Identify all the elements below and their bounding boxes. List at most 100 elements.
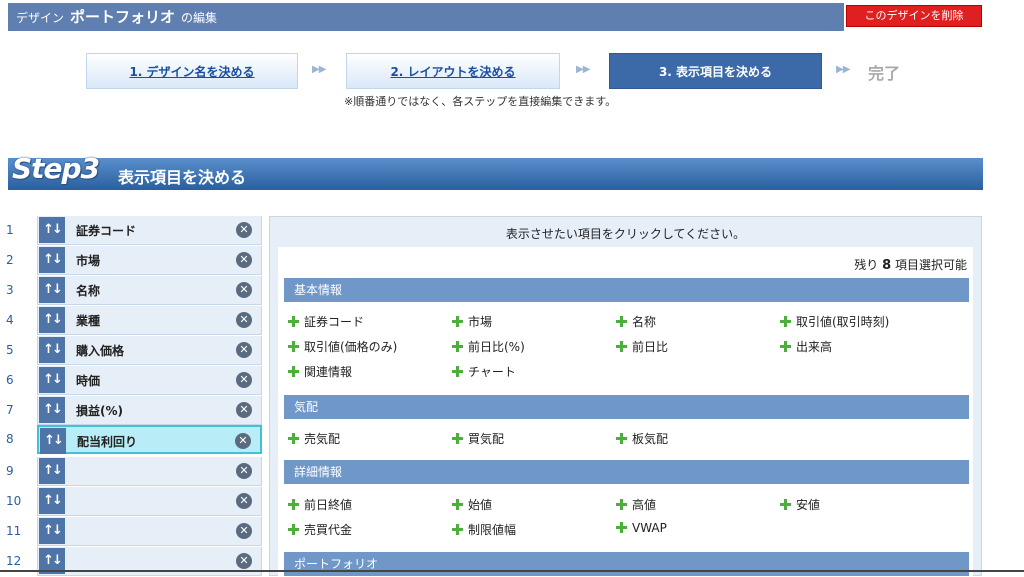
add-item-button[interactable]: 前日比 <box>616 338 668 355</box>
row-label: 損益(%) <box>76 404 123 418</box>
remaining-prefix: 残り <box>854 258 879 272</box>
step-arrow-icon: ▶▶ <box>836 64 850 75</box>
step-1-link[interactable]: 1. デザイン名を決める <box>86 53 298 89</box>
add-item-button[interactable]: VWAP <box>616 521 667 535</box>
list-item[interactable]: 6 ↑↓ 時価 ✕ <box>0 366 262 395</box>
remove-icon[interactable]: ✕ <box>236 463 252 479</box>
step-done: 完了 <box>868 64 901 83</box>
sort-handle-icon[interactable]: ↑↓ <box>39 217 65 243</box>
row-box[interactable]: ↑↓ ✕ <box>37 457 262 486</box>
add-item-button[interactable]: 関連情報 <box>288 363 352 380</box>
row-number: 4 <box>6 313 14 327</box>
list-item[interactable]: 3 ↑↓ 名称 ✕ <box>0 276 262 305</box>
portfolio-name: ポートフォリオ <box>70 8 176 26</box>
plus-icon <box>452 499 463 510</box>
add-item-button[interactable]: 制限値幅 <box>452 521 516 538</box>
sort-handle-icon[interactable]: ↑↓ <box>39 247 65 273</box>
row-number: 9 <box>6 464 14 478</box>
add-item-button[interactable]: 証券コード <box>288 313 364 330</box>
plus-icon <box>288 524 299 535</box>
remove-icon[interactable]: ✕ <box>236 342 252 358</box>
item-label: チャート <box>468 365 516 379</box>
add-item-button[interactable]: 名称 <box>616 313 656 330</box>
remove-icon[interactable]: ✕ <box>236 282 252 298</box>
sort-handle-icon[interactable]: ↑↓ <box>40 428 66 454</box>
row-number: 10 <box>6 494 22 508</box>
page-header: デザイン ポートフォリオ の編集 <box>8 3 844 31</box>
list-item[interactable]: 9 ↑↓ ✕ <box>0 457 262 486</box>
step-number-logo: Step3 <box>12 152 100 185</box>
section-header-detail: 詳細情報 <box>284 460 969 484</box>
add-item-button[interactable]: 前日比(%) <box>452 338 525 355</box>
list-item[interactable]: 4 ↑↓ 業種 ✕ <box>0 306 262 335</box>
row-box[interactable]: ↑↓ 損益(%) ✕ <box>37 396 262 425</box>
row-box[interactable]: ↑↓ ✕ <box>37 487 262 516</box>
add-item-button[interactable]: 板気配 <box>616 430 668 447</box>
add-item-button[interactable]: 取引値(取引時刻) <box>780 313 889 330</box>
remove-icon[interactable]: ✕ <box>236 372 252 388</box>
item-label: 市場 <box>468 315 493 329</box>
row-box[interactable]: ↑↓ 配当利回り ✕ <box>37 425 262 454</box>
plus-icon <box>288 316 299 327</box>
sort-handle-icon[interactable]: ↑↓ <box>39 458 65 484</box>
row-box[interactable]: ↑↓ 業種 ✕ <box>37 306 262 335</box>
plus-icon <box>288 341 299 352</box>
list-item-selected[interactable]: 8 ↑↓ 配当利回り ✕ <box>0 425 262 454</box>
remove-icon[interactable]: ✕ <box>236 312 252 328</box>
add-item-button[interactable]: 売気配 <box>288 430 340 447</box>
sort-handle-icon[interactable]: ↑↓ <box>39 488 65 514</box>
panel-instruction: 表示させたい項目をクリックしてください。 <box>505 227 746 241</box>
remove-icon[interactable]: ✕ <box>236 493 252 509</box>
add-item-button[interactable]: 出来高 <box>780 338 832 355</box>
remove-icon[interactable]: ✕ <box>236 222 252 238</box>
remaining-suffix: 項目選択可能 <box>894 258 967 272</box>
list-item[interactable]: 11 ↑↓ ✕ <box>0 517 262 546</box>
add-item-button[interactable]: 高値 <box>616 496 656 513</box>
row-number: 6 <box>6 373 14 387</box>
row-box[interactable]: ↑↓ 市場 ✕ <box>37 246 262 275</box>
row-box[interactable]: ↑↓ ✕ <box>37 517 262 546</box>
row-label: 配当利回り <box>77 435 138 449</box>
list-item[interactable]: 1 ↑↓ 証券コード ✕ <box>0 216 262 245</box>
item-label: 制限値幅 <box>468 523 517 537</box>
delete-design-button[interactable]: このデザインを削除 <box>846 5 982 27</box>
add-item-button[interactable]: 前日終値 <box>288 496 352 513</box>
list-item[interactable]: 7 ↑↓ 損益(%) ✕ <box>0 396 262 425</box>
plus-icon <box>616 316 627 327</box>
remove-icon[interactable]: ✕ <box>235 433 251 449</box>
row-box[interactable]: ↑↓ 名称 ✕ <box>37 276 262 305</box>
sort-handle-icon[interactable]: ↑↓ <box>39 337 65 363</box>
add-item-button[interactable]: 安値 <box>780 496 820 513</box>
list-item[interactable]: 10 ↑↓ ✕ <box>0 487 262 516</box>
remaining-number: 8 <box>882 258 892 273</box>
remove-icon[interactable]: ✕ <box>236 402 252 418</box>
item-label: 取引値(取引時刻) <box>796 315 890 329</box>
add-item-button[interactable]: 取引値(価格のみ) <box>288 338 397 355</box>
remove-icon[interactable]: ✕ <box>236 523 252 539</box>
sort-handle-icon[interactable]: ↑↓ <box>39 367 65 393</box>
add-item-button[interactable]: チャート <box>452 363 516 380</box>
item-label: 買気配 <box>468 432 505 446</box>
sort-handle-icon[interactable]: ↑↓ <box>39 518 65 544</box>
row-box[interactable]: ↑↓ 証券コード ✕ <box>37 216 262 245</box>
remove-icon[interactable]: ✕ <box>236 252 252 268</box>
sort-handle-icon[interactable]: ↑↓ <box>39 397 65 423</box>
plus-icon <box>288 499 299 510</box>
list-item[interactable]: 2 ↑↓ 市場 ✕ <box>0 246 262 275</box>
row-number: 8 <box>6 432 14 446</box>
add-item-button[interactable]: 始値 <box>452 496 492 513</box>
sort-handle-icon[interactable]: ↑↓ <box>39 277 65 303</box>
add-item-button[interactable]: 売買代金 <box>288 521 352 538</box>
item-label: 取引値(価格のみ) <box>304 340 398 354</box>
row-box[interactable]: ↑↓ 購入価格 ✕ <box>37 336 262 365</box>
list-item[interactable]: 5 ↑↓ 購入価格 ✕ <box>0 336 262 365</box>
add-item-button[interactable]: 市場 <box>452 313 492 330</box>
plus-icon <box>452 433 463 444</box>
item-label: 出来高 <box>796 340 833 354</box>
remove-icon[interactable]: ✕ <box>236 553 252 569</box>
add-item-button[interactable]: 買気配 <box>452 430 504 447</box>
plus-icon <box>452 366 463 377</box>
row-box[interactable]: ↑↓ 時価 ✕ <box>37 366 262 395</box>
sort-handle-icon[interactable]: ↑↓ <box>39 307 65 333</box>
step-2-link[interactable]: 2. レイアウトを決める <box>346 53 560 89</box>
